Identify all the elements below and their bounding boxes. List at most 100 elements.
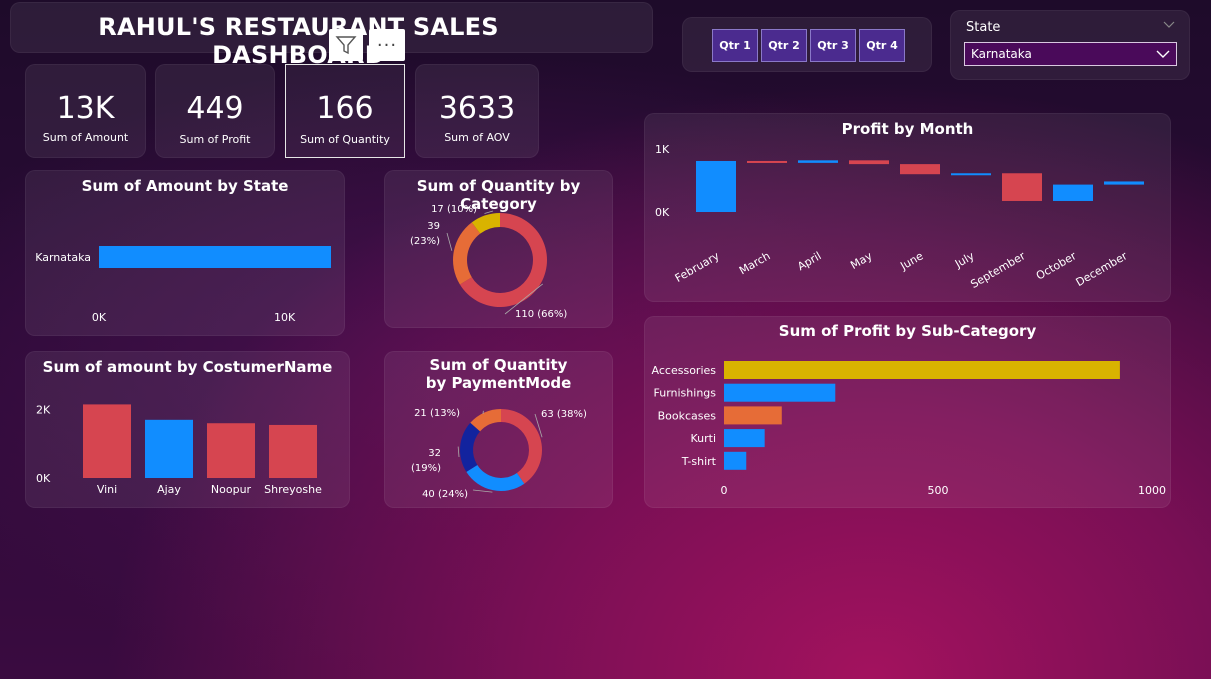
profit-by-month-card: Profit by Month 0K 1K February March April Ma… [644, 113, 1171, 302]
amount-by-customer-chart: 0K 2K Vini Ajay Noopur Shreyoshe [36, 404, 322, 496]
category-label: April [795, 249, 823, 273]
kpi-value: 166 [316, 91, 374, 126]
category-label: Shreyoshe [264, 483, 322, 496]
leader-line [457, 446, 460, 458]
bar [207, 423, 255, 478]
donut-slice [453, 222, 481, 285]
amount-by-customer-card: Sum of amount by CostumerName 0K 2K Vini Aj… [25, 351, 350, 508]
bar [269, 424, 317, 478]
chevron-down-icon [1156, 50, 1170, 58]
slicer-collapse-icon[interactable] [1163, 21, 1175, 29]
data-label: 21 (13%) [414, 408, 460, 419]
bar [849, 160, 889, 165]
data-label: 39 [427, 221, 440, 232]
bar [724, 406, 782, 425]
bar [900, 164, 940, 175]
data-label: 110 (66%) [515, 309, 567, 320]
x-tick-label: 500 [928, 484, 949, 497]
x-tick-label: 1000 [1138, 484, 1166, 497]
category-label: Noopur [211, 483, 252, 496]
category-label: Kurti [690, 432, 716, 445]
bar [1002, 173, 1042, 201]
category-label: May [848, 249, 875, 272]
bar [724, 361, 1120, 379]
bar [724, 429, 765, 448]
bar [145, 419, 193, 478]
amount-by-state-chart: Karnataka 0K 10K [35, 246, 331, 324]
state-slicer: State Karnataka [950, 10, 1190, 80]
category-label: September [968, 249, 1028, 291]
x-tick-label: 10K [274, 311, 296, 324]
category-label: Ajay [157, 483, 181, 496]
category-label: Bookcases [658, 409, 717, 422]
qtr-2-button[interactable]: Qtr 2 [761, 29, 807, 62]
qtr-1-button[interactable]: Qtr 1 [712, 29, 758, 62]
donut-slice [460, 422, 481, 472]
state-slicer-label: State [966, 20, 1001, 35]
quantity-by-payment-card: Sum of Quantity by PaymentMode 63 (38%) 4… [384, 351, 613, 508]
data-label: 63 (38%) [541, 409, 587, 420]
y-tick-label: 2K [36, 404, 51, 417]
profit-by-subcategory-chart: Accessories Furnishings Bookcases Kurti T-sh… [652, 361, 1166, 497]
category-label: Furnishings [654, 387, 717, 400]
category-label: June [897, 249, 925, 273]
state-dropdown[interactable]: Karnataka [964, 42, 1177, 66]
category-label: July [952, 249, 977, 271]
kpi-label: Sum of Amount [42, 131, 129, 144]
category-label: October [1034, 249, 1079, 283]
category-label: Accessories [652, 364, 717, 377]
category-label: December [1074, 249, 1130, 289]
leader-line [484, 210, 494, 214]
kpi-label: Sum of AOV [444, 131, 510, 144]
state-dropdown-value: Karnataka [971, 47, 1032, 61]
data-label: (23%) [410, 236, 440, 247]
donut-slice [501, 409, 542, 484]
data-label: 40 (24%) [422, 489, 468, 500]
kpi-sum-of-quantity[interactable]: 166 Sum of Quantity [285, 64, 405, 158]
x-tick-label: 0 [721, 484, 728, 497]
more-options-icon[interactable]: ··· [369, 29, 405, 61]
bar [724, 451, 747, 470]
kpi-value: 449 [186, 91, 244, 126]
bar [696, 160, 736, 212]
donut-slice [466, 464, 525, 491]
y-tick-label: 0K [36, 472, 51, 485]
bar [747, 160, 787, 163]
category-label: February [673, 249, 722, 285]
quarter-slicer: Qtr 1 Qtr 2 Qtr 3 Qtr 4 [682, 17, 932, 72]
quantity-by-category-card: Sum of Quantity by Category 110 (66%) 39(… [384, 170, 613, 328]
category-label: Vini [97, 483, 117, 496]
data-label: 32 [428, 448, 441, 459]
quantity-by-payment-chart: 63 (38%) 40 (24%) 32 (19%) 21 (13%) [411, 408, 587, 500]
y-tick-label: 1K [655, 143, 670, 156]
quantity-by-category-chart: 110 (66%) 39 (23%) 17 (10%) [410, 204, 567, 320]
category-label: March [737, 249, 773, 277]
kpi-value: 13K [56, 91, 115, 126]
kpi-sum-of-profit[interactable]: 449 Sum of Profit [155, 64, 275, 158]
x-tick-label: 0K [92, 311, 107, 324]
qtr-3-button[interactable]: Qtr 3 [810, 29, 856, 62]
bar [99, 246, 331, 268]
kpi-label: Sum of Quantity [300, 133, 390, 146]
bar [83, 404, 131, 478]
data-label: (19%) [411, 463, 441, 474]
filter-icon[interactable] [329, 29, 363, 61]
category-label: T-shirt [681, 455, 717, 468]
bar [951, 173, 991, 176]
qtr-4-button[interactable]: Qtr 4 [859, 29, 905, 62]
kpi-value: 3633 [438, 91, 516, 126]
kpi-label: Sum of Profit [179, 133, 251, 146]
kpi-sum-of-aov[interactable]: 3633 Sum of AOV [415, 64, 539, 158]
bar [724, 383, 836, 402]
leader-line [446, 232, 453, 251]
amount-by-state-card: Sum of Amount by State Karnataka 0K 10K [25, 170, 345, 336]
kpi-sum-of-amount[interactable]: 13K Sum of Amount [25, 64, 146, 158]
y-tick-label: 0K [655, 206, 670, 219]
bar [1053, 184, 1093, 201]
bar [1104, 181, 1144, 185]
profit-by-month-chart: 0K 1K February March April May June JulySeptemb… [655, 143, 1144, 291]
leader-line [472, 489, 493, 493]
profit-by-subcategory-card: Sum of Profit by Sub-Category Accessorie… [644, 316, 1171, 508]
category-label: Karnataka [35, 251, 91, 264]
bar [798, 160, 838, 163]
